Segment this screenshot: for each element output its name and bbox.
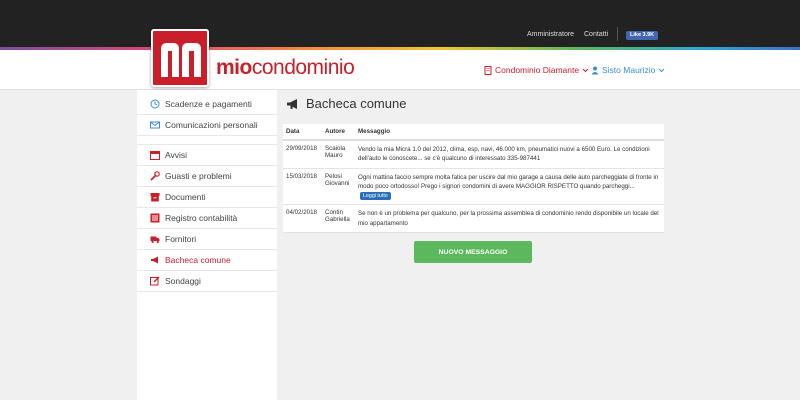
sidebar-item-scadenze[interactable]: Scadenze e pagamenti bbox=[137, 94, 277, 115]
sidebar-item-label: Documenti bbox=[165, 192, 206, 202]
column-header-author[interactable]: Autore bbox=[322, 128, 354, 135]
table-row[interactable]: 04/02/2018 Contin Gabriella Se non è un … bbox=[283, 205, 664, 234]
sidebar-item-documenti[interactable]: Documenti bbox=[137, 187, 277, 208]
calendar-icon bbox=[150, 151, 160, 160]
row-author: Scaiola Mauro bbox=[325, 145, 346, 159]
divider bbox=[617, 27, 618, 41]
table-header: Data Autore Messaggio bbox=[283, 124, 664, 141]
sidebar-item-label: Guasti e problemi bbox=[165, 171, 232, 181]
sidebar-item-label: Bacheca comune bbox=[165, 255, 231, 265]
ledger-icon bbox=[150, 213, 160, 223]
sidebar-item-bacheca[interactable]: Bacheca comune bbox=[137, 250, 277, 271]
sidebar-item-label: Comunicazioni personali bbox=[165, 120, 258, 130]
chevron-down-icon bbox=[659, 68, 665, 72]
row-message-cell: Ogni mattina faccio sempre molta fatica … bbox=[354, 173, 664, 201]
megaphone-icon bbox=[151, 256, 158, 264]
clock-icon bbox=[150, 99, 160, 109]
sidebar-item-label: Registro contabilità bbox=[165, 213, 238, 223]
sidebar-gap bbox=[137, 136, 277, 145]
facebook-like-label: Like 3.9K bbox=[630, 32, 655, 38]
table-row[interactable]: 29/09/2018 Scaiola Mauro Vendo la mia Mi… bbox=[283, 141, 664, 169]
sidebar: Scadenze e pagamenti Comunicazioni perso… bbox=[137, 90, 277, 400]
condo-selector-label: Condominio Diamante bbox=[495, 65, 580, 75]
sidebar-item-registro[interactable]: Registro contabilità bbox=[137, 208, 277, 229]
chevron-down-icon bbox=[582, 68, 589, 72]
user-icon bbox=[591, 66, 599, 74]
building-icon bbox=[484, 65, 492, 75]
row-date: 04/02/2018 bbox=[286, 209, 317, 217]
contacts-link[interactable]: Contatti bbox=[584, 31, 608, 38]
sidebar-item-label: Fornitori bbox=[165, 234, 197, 244]
brand-mio: mio bbox=[216, 56, 252, 79]
edit-icon bbox=[150, 276, 160, 286]
row-date: 29/09/2018 bbox=[286, 145, 317, 152]
sidebar-item-label: Avvisi bbox=[165, 150, 188, 160]
row-message: Vendo la mia Micra 1.0 del 2012, clima, … bbox=[358, 146, 650, 163]
sidebar-item-guasti[interactable]: Guasti e problemi bbox=[137, 166, 277, 187]
truck-icon bbox=[150, 236, 160, 244]
megaphone-icon bbox=[287, 98, 297, 109]
sidebar-item-avvisi[interactable]: Avvisi bbox=[137, 145, 277, 166]
admin-link[interactable]: Amministratore bbox=[527, 31, 574, 38]
sidebar-item-comunicazioni[interactable]: Comunicazioni personali bbox=[137, 115, 277, 136]
brand-name[interactable]: miocondominio bbox=[216, 56, 355, 80]
row-date: 15/03/2018 bbox=[286, 172, 317, 180]
sidebar-item-fornitori[interactable]: Fornitori bbox=[137, 229, 277, 250]
new-message-button[interactable]: NUOVO MESSAGGIO bbox=[414, 241, 532, 263]
page-title: Bacheca comune bbox=[286, 96, 406, 111]
user-menu[interactable]: Sisto Maurizio bbox=[591, 65, 665, 75]
messages-table: Data Autore Messaggio 29/09/2018 Scaiola… bbox=[283, 124, 664, 234]
brand-condominio: condominio bbox=[251, 56, 355, 79]
sidebar-item-label: Sondaggi bbox=[165, 276, 201, 286]
header bbox=[0, 50, 800, 90]
facebook-like-button[interactable]: Like 3.9K bbox=[626, 31, 659, 40]
wrench-icon bbox=[150, 171, 160, 181]
row-message: Ogni mattina faccio sempre molta fatica … bbox=[358, 173, 659, 190]
logo[interactable] bbox=[151, 29, 209, 87]
new-message-button-label: NUOVO MESSAGGIO bbox=[438, 248, 508, 256]
sidebar-item-sondaggi[interactable]: Sondaggi bbox=[137, 271, 277, 292]
table-row[interactable]: 15/03/2018 Pelosi Giovanni Ogni mattina … bbox=[283, 169, 664, 206]
condo-selector[interactable]: Condominio Diamante bbox=[484, 65, 589, 75]
page-title-text: Bacheca comune bbox=[306, 96, 407, 111]
top-bar: Amministratore Contatti Like 3.9K bbox=[0, 0, 800, 48]
sidebar-item-label: Scadenze e pagamenti bbox=[165, 99, 252, 109]
row-author: Contin Gabriella bbox=[325, 209, 350, 224]
archive-icon bbox=[150, 193, 160, 202]
column-header-message[interactable]: Messaggio bbox=[354, 127, 664, 136]
user-menu-label: Sisto Maurizio bbox=[602, 65, 656, 75]
logo-m-icon bbox=[161, 43, 201, 77]
envelope-icon bbox=[150, 121, 160, 129]
read-more-button[interactable]: Leggi tutto bbox=[360, 192, 391, 201]
column-header-date[interactable]: Data bbox=[283, 128, 322, 135]
row-message: Se non è un problema per qualcuno, per l… bbox=[358, 210, 659, 227]
row-author: Pelosi Giovanni bbox=[325, 172, 350, 187]
